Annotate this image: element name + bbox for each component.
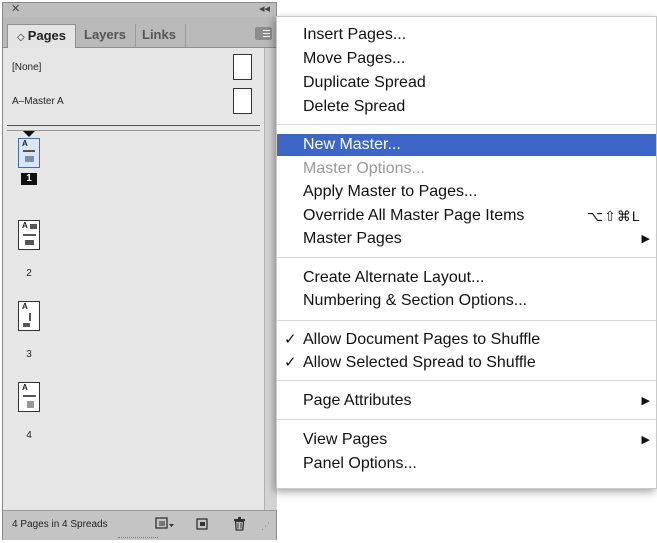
menu-item-label: New Master... <box>303 136 401 153</box>
panel-menu-icon[interactable] <box>255 27 272 40</box>
trash-icon[interactable] <box>233 517 246 533</box>
master-none-label: [None] <box>12 62 42 73</box>
current-page-marker <box>23 131 35 137</box>
submenu-arrow-icon: ▶ <box>641 395 650 407</box>
submenu-arrow-icon: ▶ <box>641 233 650 245</box>
page-master-prefix-1: A <box>22 139 28 148</box>
page-master-prefix-2: A <box>22 221 28 230</box>
page-master-prefix-4: A <box>22 383 28 392</box>
menu-item-insert-pages[interactable]: Insert Pages... <box>277 24 656 46</box>
menu-item-allow-document-shuffle[interactable]: ✓ Allow Document Pages to Shuffle <box>277 329 656 351</box>
menu-item-duplicate-spread[interactable]: Duplicate Spread <box>277 72 656 94</box>
tab-links-label: Links <box>142 27 176 42</box>
pages-panel: ✕ ◂◂ ◇ Pages Layers Links [None] A–Master… <box>2 2 277 540</box>
tab-layers-label: Layers <box>84 27 126 42</box>
pages-list: [None] A–Master A A 1 A 2 A 3 A 4 <box>3 48 264 510</box>
menu-item-label: Duplicate Spread <box>303 74 426 91</box>
resize-grip-icon[interactable]: ⋰ <box>261 521 270 532</box>
page-number-4: 4 <box>26 430 32 441</box>
menu-item-label: Override All Master Page Items <box>303 207 525 224</box>
tab-layers[interactable]: Layers <box>75 24 136 47</box>
menu-item-label: Page Attributes <box>303 392 412 409</box>
panel-resize-handle[interactable] <box>118 537 158 541</box>
menu-item-panel-options[interactable]: Panel Options... <box>277 453 656 475</box>
checkmark-icon: ✓ <box>284 331 297 348</box>
menu-item-label: Delete Spread <box>303 98 406 115</box>
page-thumbnail-1[interactable]: A <box>18 138 40 168</box>
tab-pages[interactable]: ◇ Pages <box>7 24 77 48</box>
menu-item-delete-spread[interactable]: Delete Spread <box>277 96 656 118</box>
menu-item-label: Create Alternate Layout... <box>303 269 485 286</box>
menu-item-label: Apply Master to Pages... <box>303 183 478 200</box>
menu-separator <box>277 320 656 321</box>
menu-item-numbering-section[interactable]: Numbering & Section Options... <box>277 290 656 312</box>
master-a-label: A–Master A <box>12 96 64 107</box>
menu-item-label: Master Options... <box>303 160 425 177</box>
menu-item-label: Master Pages <box>303 230 402 247</box>
menu-item-label: Panel Options... <box>303 455 417 472</box>
panel-footer: 4 Pages in 4 Spreads ⋰ <box>3 510 276 540</box>
menu-item-new-master[interactable]: New Master... <box>277 134 656 156</box>
page-number-1: 1 <box>21 173 37 185</box>
submenu-arrow-icon: ▶ <box>641 434 650 446</box>
checkmark-icon: ✓ <box>284 354 297 371</box>
menu-item-override-master-items[interactable]: Override All Master Page Items ⌥⇧⌘L <box>277 205 656 227</box>
tab-pages-label: Pages <box>27 28 67 43</box>
master-a[interactable]: A–Master A <box>3 85 264 119</box>
page-thumbnail-4[interactable]: A <box>18 382 40 412</box>
new-page-icon[interactable] <box>196 517 209 532</box>
collapse-icon[interactable]: ◂◂ <box>259 2 270 16</box>
page-thumbnail-2[interactable]: A <box>18 220 40 250</box>
master-a-thumbnail[interactable] <box>233 88 252 114</box>
tab-links[interactable]: Links <box>133 24 186 47</box>
masters-divider[interactable] <box>7 125 260 131</box>
menu-item-move-pages[interactable]: Move Pages... <box>277 48 656 70</box>
page-number-2: 2 <box>26 268 32 279</box>
master-none-thumbnail[interactable] <box>233 54 252 80</box>
menu-item-label: View Pages <box>303 431 388 448</box>
menu-item-label: Insert Pages... <box>303 26 407 43</box>
menu-item-master-pages[interactable]: Master Pages ▶ <box>277 228 656 250</box>
menu-item-page-attributes[interactable]: Page Attributes ▶ <box>277 390 656 412</box>
close-icon[interactable]: ✕ <box>11 2 20 16</box>
keyboard-shortcut: ⌥⇧⌘L <box>587 208 641 224</box>
menu-item-view-pages[interactable]: View Pages ▶ <box>277 429 656 451</box>
menu-item-label: Allow Document Pages to Shuffle <box>303 331 541 348</box>
menu-item-label: Allow Selected Spread to Shuffle <box>303 354 536 371</box>
panel-title-bar: ✕ ◂◂ <box>3 3 276 18</box>
panel-tab-bar: ◇ Pages Layers Links <box>3 17 276 48</box>
menu-item-label: Move Pages... <box>303 50 406 67</box>
menu-separator <box>277 419 656 420</box>
panel-flyout-menu: Insert Pages... Move Pages... Duplicate … <box>276 16 657 489</box>
pages-status-text: 4 Pages in 4 Spreads <box>12 519 108 530</box>
page-size-icon[interactable] <box>155 517 175 532</box>
menu-item-create-alternate-layout[interactable]: Create Alternate Layout... <box>277 267 656 289</box>
menu-item-apply-master[interactable]: Apply Master to Pages... <box>277 181 656 203</box>
menu-item-master-options: Master Options... <box>277 158 656 180</box>
menu-item-label: Numbering & Section Options... <box>303 292 528 309</box>
page-number-3: 3 <box>26 349 32 360</box>
menu-item-allow-spread-shuffle[interactable]: ✓ Allow Selected Spread to Shuffle <box>277 352 656 374</box>
menu-separator <box>277 380 656 381</box>
menu-separator <box>277 257 656 258</box>
menu-separator <box>277 124 656 125</box>
master-none[interactable]: [None] <box>3 51 264 85</box>
page-master-prefix-3: A <box>22 302 28 311</box>
tab-prefix-icon: ◇ <box>17 32 25 43</box>
page-thumbnail-3[interactable]: A <box>18 301 40 331</box>
